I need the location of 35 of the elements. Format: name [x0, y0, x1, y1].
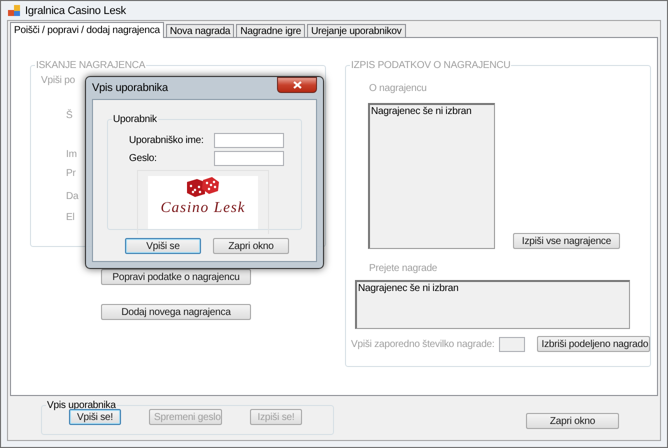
text-display: Nagrajenec še ni izbran [355, 280, 630, 329]
window-title: Igralnica Casino Lesk [25, 4, 126, 16]
group-title: ISKANJE NAGRAJENCA [35, 60, 146, 71]
group-title: Uporabnik [112, 114, 158, 125]
field-label: Da [66, 191, 78, 202]
text-field[interactable] [214, 133, 284, 148]
field-label: Geslo: [129, 153, 157, 164]
field-label: Pr [66, 168, 76, 179]
dialog-title: Vpis uporabnika [92, 82, 168, 94]
tab[interactable]: Poišči / popravi / dodaj nagrajenca [10, 22, 164, 38]
dialog-button[interactable]: Zapri okno [213, 238, 289, 254]
dialog-button[interactable]: Vpiši se [125, 238, 201, 254]
group-title: IZPIS PODATKOV O NAGRAJENCU [350, 60, 512, 71]
field-label: Vpiši zaporedno številko nagrade: [351, 338, 494, 350]
field-label: El [66, 212, 74, 223]
section-label: O nagrajencu [369, 83, 427, 94]
tab[interactable]: Nova nagrada [166, 24, 234, 38]
field-label: Uporabniško ime: [129, 135, 204, 146]
section-label: Prejete nagrade [369, 263, 438, 274]
text-display: Nagrajenec še ni izbran [368, 103, 495, 249]
tab[interactable]: Urejanje uporabnikov [307, 24, 406, 38]
text-field[interactable] [214, 151, 284, 166]
action-button[interactable]: Popravi podatke o nagrajencu [101, 269, 251, 285]
app-icon [8, 5, 20, 16]
close-icon [292, 81, 302, 89]
field-label: Vpiši po [41, 75, 75, 86]
field-label: Š [66, 110, 72, 121]
group-title: Vpis uporabnika [46, 400, 117, 411]
action-button[interactable]: Dodaj novega nagrajenca [101, 304, 251, 320]
tab[interactable]: Nagradne igre [236, 24, 306, 38]
field-label: Im [66, 149, 77, 160]
logo-text: Casino Lesk [160, 200, 246, 217]
login-bar-button[interactable]: Vpiši se! [69, 409, 121, 425]
close-window-button[interactable]: Zapri okno [526, 413, 619, 429]
close-button[interactable] [277, 77, 317, 93]
